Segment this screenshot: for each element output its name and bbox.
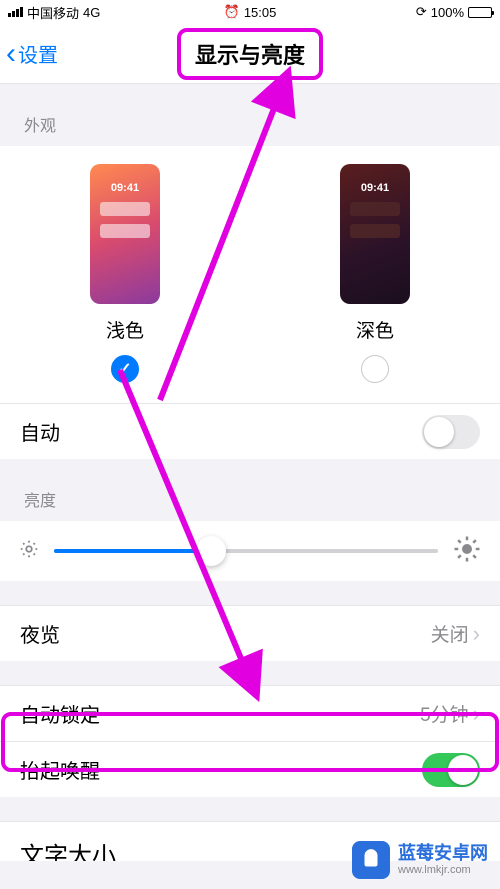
dark-radio[interactable] [361, 355, 389, 383]
raise-to-wake-toggle[interactable] [422, 753, 480, 787]
light-radio[interactable] [111, 355, 139, 383]
dark-label: 深色 [356, 316, 394, 343]
appearance-option-dark[interactable]: 09:41 深色 [340, 164, 410, 383]
title-highlight-box: 显示与亮度 [177, 28, 323, 80]
auto-toggle[interactable] [422, 415, 480, 449]
slider-thumb[interactable] [196, 536, 226, 566]
row-night-shift[interactable]: 夜览 关闭 › [0, 605, 500, 661]
watermark-url: www.lmkjr.com [398, 864, 488, 876]
auto-label: 自动 [20, 417, 60, 446]
chevron-right-icon: › [473, 621, 480, 647]
page-title: 显示与亮度 [195, 38, 305, 70]
watermark: 蓝莓安卓网 www.lmkjr.com [352, 841, 488, 879]
raise-to-wake-label: 抬起唤醒 [20, 755, 100, 784]
sun-small-icon [18, 538, 40, 565]
battery-icon [468, 7, 492, 18]
light-preview: 09:41 [90, 164, 160, 304]
network-label: 4G [83, 5, 100, 20]
chevron-right-icon: › [473, 701, 480, 727]
appearance-option-light[interactable]: 09:41 浅色 [90, 164, 160, 383]
preview-time: 09:41 [111, 182, 139, 194]
carrier-label: 中国移动 [27, 3, 79, 22]
row-auto-lock[interactable]: 自动锁定 5分钟 › [0, 685, 500, 741]
night-shift-value: 关闭 [431, 620, 469, 647]
row-auto[interactable]: 自动 [0, 403, 500, 459]
signal-icon [8, 7, 23, 17]
row-raise-to-wake[interactable]: 抬起唤醒 [0, 741, 500, 797]
section-header-appearance: 外观 [0, 84, 500, 146]
dark-preview: 09:41 [340, 164, 410, 304]
light-label: 浅色 [106, 316, 144, 343]
battery-label: 100% [431, 5, 464, 20]
preview-time: 09:41 [361, 182, 389, 194]
watermark-title: 蓝莓安卓网 [398, 844, 488, 864]
back-button[interactable]: ‹ 设置 [0, 39, 58, 69]
night-shift-label: 夜览 [20, 619, 60, 648]
appearance-row: 09:41 浅色 09:41 深色 [0, 146, 500, 403]
sun-large-icon [452, 534, 482, 569]
rotation-lock-icon: ⟳ [416, 4, 427, 20]
brightness-slider[interactable] [54, 549, 438, 553]
back-label: 设置 [18, 39, 58, 68]
text-size-label: 文字大小 [20, 836, 116, 861]
watermark-icon [352, 841, 390, 879]
brightness-row [0, 521, 500, 581]
section-header-brightness: 亮度 [0, 459, 500, 521]
status-time: 15:05 [244, 5, 277, 20]
auto-lock-value: 5分钟 [420, 700, 469, 727]
alarm-icon: ⏰ [224, 4, 240, 20]
nav-bar: ‹ 设置 显示与亮度 [0, 24, 500, 84]
status-bar: 中国移动 4G ⏰ 15:05 ⟳ 100% [0, 0, 500, 24]
chevron-left-icon: ‹ [6, 39, 16, 69]
auto-lock-label: 自动锁定 [20, 699, 100, 728]
